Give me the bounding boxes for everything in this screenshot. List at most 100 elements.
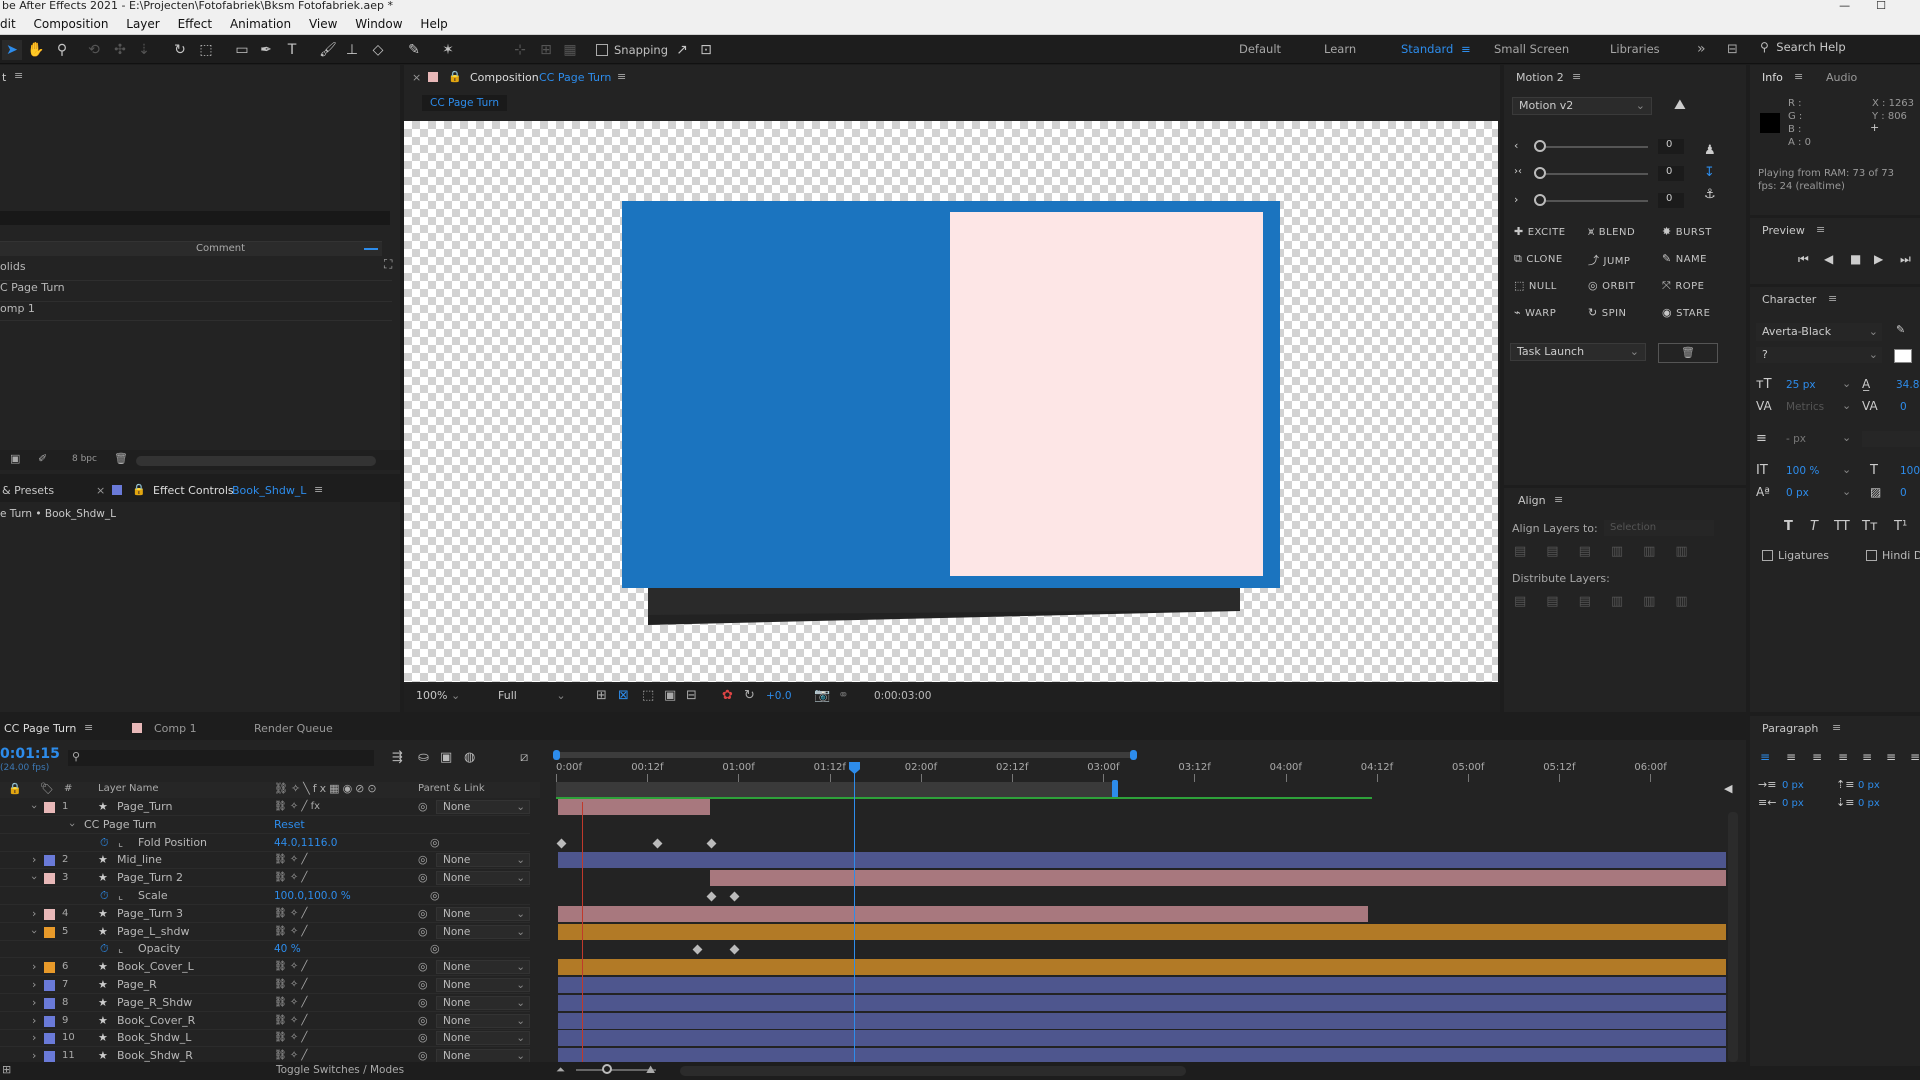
superscript-button[interactable]: T¹ <box>1894 519 1907 534</box>
expand-layer-icon[interactable]: › <box>32 994 36 1012</box>
timeline-tab-comp-1[interactable]: Comp 1 <box>154 722 197 735</box>
ease-out-value[interactable]: 0 <box>1658 193 1684 208</box>
distribute-buttons-row[interactable]: ▤▤▤▥▥▥ <box>1514 594 1708 609</box>
layer-switches[interactable]: ⛓ ✧ ╱ fx <box>274 798 320 816</box>
lock-column-icon[interactable]: 🔒 <box>8 782 22 795</box>
label-color-swatch[interactable] <box>44 908 55 920</box>
effects-presets-tab[interactable]: & Presets <box>2 484 54 497</box>
graph-icon[interactable]: ⌞ <box>118 834 123 852</box>
label-color-swatch[interactable] <box>44 1015 55 1027</box>
all-caps-button[interactable]: TT <box>1834 519 1850 534</box>
motion-button-blend[interactable]: ⩙ BLEND <box>1588 225 1635 239</box>
project-panel-tab[interactable]: t <box>2 71 6 84</box>
layer-switches[interactable]: ⛓ ✧ ╱ <box>274 958 307 976</box>
fast-previews-icon[interactable]: ⊞ <box>596 688 607 703</box>
vertical-scale-value[interactable]: 100 % <box>1786 465 1819 477</box>
more-workspaces-icon[interactable]: » <box>1697 35 1706 64</box>
horizontal-scale-value[interactable]: 100 <box>1900 465 1920 477</box>
workspace-small-screen[interactable]: Small Screen <box>1494 35 1569 64</box>
pick-whip-icon[interactable]: ◎ <box>418 958 428 976</box>
stopwatch-icon[interactable]: ⏱ <box>100 834 109 852</box>
align-tab[interactable]: Align <box>1518 494 1546 507</box>
hand-tool-icon[interactable]: ✋ <box>26 40 46 60</box>
work-area-bar[interactable] <box>556 782 1116 798</box>
layer-row[interactable]: › 8 ★ Page_R_Shdw ⛓ ✧ ╱ ◎ None ⌄ <box>0 994 530 1012</box>
label-color-swatch[interactable] <box>44 980 55 991</box>
property-row[interactable]: ⏱ ⌞ Opacity 40 % ◎ <box>0 940 530 959</box>
stopwatch-icon[interactable]: ⏱ <box>100 887 109 905</box>
motion-button-excite[interactable]: ✚ EXCITE <box>1514 225 1566 238</box>
layer-row[interactable]: › 7 ★ Page_R ⛓ ✧ ╱ ◎ None ⌄ <box>0 976 530 994</box>
layer-row[interactable]: › 5 ★ Page_L_shdw ⛓ ✧ ╱ ◎ None ⌄ <box>0 923 530 941</box>
font-style-dropdown[interactable]: ? ⌄ <box>1756 347 1882 363</box>
ease-in-value[interactable]: 0 <box>1658 139 1684 154</box>
lock-icon[interactable]: 🔒 <box>132 483 146 496</box>
pick-whip-icon[interactable]: ◎ <box>430 940 440 958</box>
graph-icon[interactable]: ⌞ <box>118 940 123 958</box>
expand-panes-icon[interactable]: ⊞ <box>2 1063 11 1076</box>
channels-icon[interactable]: ✿ <box>722 688 733 703</box>
font-size-value[interactable]: 25 px <box>1786 379 1816 391</box>
pick-whip-icon[interactable]: ◎ <box>418 905 428 923</box>
layer-name[interactable]: Mid_line <box>117 851 162 869</box>
motion-preset-dropdown[interactable]: Motion v2 ⌄ <box>1512 97 1652 115</box>
motion-menu-icon[interactable]: ≡ <box>1572 70 1581 83</box>
menu-animation[interactable]: Animation <box>230 17 291 31</box>
stopwatch-icon[interactable]: ⏱ <box>100 940 109 958</box>
expand-layer-icon[interactable]: › <box>25 876 43 880</box>
layer-row[interactable]: › 10 ★ Book_Shdw_L ⛓ ✧ ╱ ◎ None ⌄ <box>0 1029 530 1048</box>
expand-layer-icon[interactable]: › <box>32 905 36 923</box>
effect-row[interactable]: › CC Page Turn Reset <box>0 816 530 834</box>
layer-name[interactable]: Page_R_Shdw <box>117 994 192 1012</box>
small-caps-button[interactable]: Tт <box>1862 519 1878 534</box>
stroke-style-dropdown[interactable] <box>1862 431 1920 447</box>
property-row[interactable]: ⏱ ⌞ Fold Position 44.0,1116.0 ◎ <box>0 834 530 852</box>
motion-button-burst[interactable]: ✸ BURST <box>1662 225 1712 238</box>
type-tool-icon[interactable]: T <box>282 40 302 60</box>
motion-tab[interactable]: Motion 2 <box>1516 71 1564 84</box>
pick-whip-icon[interactable]: ◎ <box>430 834 440 852</box>
time-navigator-end-handle[interactable] <box>1130 750 1137 760</box>
hindi-digits-checkbox[interactable] <box>1866 550 1877 561</box>
label-color-swatch[interactable] <box>44 997 55 1009</box>
layer-duration-bar[interactable] <box>558 1030 1726 1047</box>
anchor-blue-icon[interactable]: ↧ <box>1704 165 1715 180</box>
character-menu-icon[interactable]: ≡ <box>1828 292 1837 305</box>
parent-dropdown[interactable]: None ⌄ <box>436 906 530 921</box>
interpret-footage-icon[interactable]: ▣ <box>10 452 20 465</box>
ease-both-slider-handle[interactable] <box>1534 167 1546 179</box>
space-before-value[interactable]: 0 px <box>1858 780 1880 791</box>
preview-tab[interactable]: Preview <box>1762 224 1805 237</box>
time-navigator-bar[interactable] <box>556 752 1134 758</box>
property-value[interactable]: 44.0,1116.0 <box>274 834 337 852</box>
snapping-checkbox[interactable] <box>596 44 608 56</box>
workspace-learn[interactable]: Learn <box>1324 35 1356 64</box>
minimize-button[interactable]: — <box>1839 0 1876 12</box>
time-navigator-start-handle[interactable] <box>553 750 560 760</box>
align-buttons-row[interactable]: ▤▤▤▥▥▥ <box>1514 544 1708 559</box>
timeline-menu-icon[interactable]: ≡ <box>84 721 93 734</box>
keyframe[interactable] <box>729 891 740 902</box>
paragraph-tab[interactable]: Paragraph <box>1762 722 1818 735</box>
comp-mini-flowchart-icon[interactable]: ⇶ <box>392 750 403 765</box>
layer-name[interactable]: Page_Turn 2 <box>117 869 183 887</box>
layer-switches[interactable]: ⛓ ✧ ╱ <box>274 869 307 887</box>
bpc-button[interactable]: 8 bpc <box>72 454 97 464</box>
layer-duration-bar[interactable] <box>558 1012 1726 1029</box>
parent-dropdown[interactable]: None ⌄ <box>436 1013 530 1028</box>
effect-name[interactable]: CC Page Turn <box>84 816 156 834</box>
ease-out-slider-handle[interactable] <box>1534 194 1546 206</box>
puppet-tool-icon[interactable]: ✶ <box>438 40 458 60</box>
parent-dropdown[interactable]: None ⌄ <box>436 871 530 886</box>
task-launch-dropdown[interactable]: Task Launch ⌄ <box>1510 343 1646 361</box>
info-tab[interactable]: Info <box>1762 71 1783 84</box>
effect-reset-link[interactable]: Reset <box>274 816 305 834</box>
label-color-swatch[interactable] <box>44 962 55 974</box>
faux-italic-button[interactable]: T <box>1810 519 1818 534</box>
preview-menu-icon[interactable]: ≡ <box>1816 223 1825 236</box>
number-column-icon[interactable]: # <box>64 783 72 794</box>
pick-whip-icon[interactable]: ◎ <box>418 923 428 941</box>
label-color-swatch[interactable] <box>44 855 55 867</box>
toggle-switches-modes-button[interactable]: Toggle Switches / Modes <box>276 1064 404 1076</box>
zoom-dropdown[interactable]: 100% ⌄ <box>412 689 472 702</box>
